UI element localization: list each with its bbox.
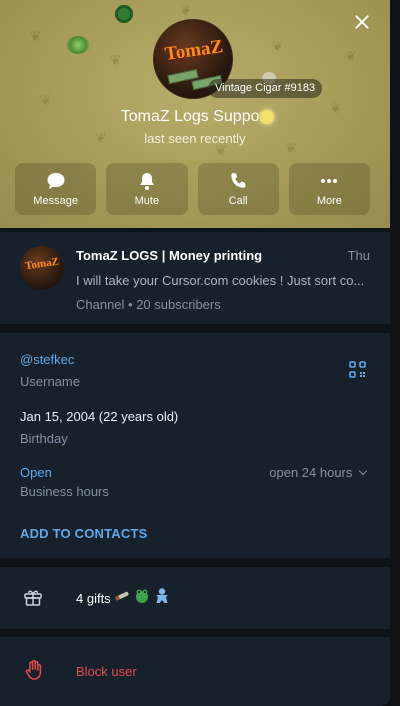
section-divider — [0, 558, 390, 567]
call-button[interactable]: Call — [197, 163, 279, 215]
mute-button-label: Mute — [134, 195, 160, 207]
action-buttons: Message Mute Call More — [15, 163, 370, 215]
profile-panel: ❦ ❦ ❦ ❦ ❦ ❦ ❦ ❦ ❦ ❦ TomaZ Vintage Cigar … — [0, 0, 390, 706]
gift-previews — [113, 587, 171, 605]
frog-gift-icon — [136, 589, 148, 603]
business-hours-detail: open 24 hours — [269, 465, 353, 480]
personal-channel-card[interactable]: TomaZ TomaZ LOGS | Money printing Thu I … — [0, 232, 390, 324]
gift-badge[interactable]: Vintage Cigar #9183 — [208, 79, 323, 98]
pattern-leaf-icon: ❦ — [40, 92, 52, 108]
pattern-leaf-icon: ❦ — [110, 52, 122, 68]
block-user-button[interactable]: Block user — [76, 664, 137, 679]
business-hours-label: Business hours — [20, 484, 109, 499]
message-button[interactable]: Message — [15, 163, 97, 215]
pattern-leaf-icon: ❦ — [345, 48, 357, 64]
call-button-label: Call — [228, 195, 248, 207]
close-button[interactable] — [352, 12, 372, 32]
glow-gift-decoration-icon — [66, 36, 90, 54]
section-divider — [0, 629, 390, 637]
channel-last-message: I will take your Cursor.com cookies ! Ju… — [76, 273, 365, 288]
chevron-down-icon — [358, 466, 368, 476]
profile-header: ❦ ❦ ❦ ❦ ❦ ❦ ❦ ❦ ❦ ❦ TomaZ Vintage Cigar … — [0, 0, 390, 228]
section-divider — [0, 324, 390, 333]
birthday-value: Jan 15, 2004 (22 years old) — [20, 409, 179, 424]
gift-icon — [24, 590, 42, 606]
username-value[interactable]: @stefkec — [20, 352, 74, 367]
profile-name: TomaZ Logs Support — [0, 108, 390, 126]
channel-title: TomaZ LOGS | Money printing — [76, 248, 263, 263]
channel-meta: Channel • 20 subscribers — [76, 297, 221, 312]
mute-button[interactable]: Mute — [106, 163, 188, 215]
phone-icon — [231, 173, 246, 188]
info-section: @stefkec Username Jan 15, 2004 (22 years… — [0, 333, 390, 558]
profile-name-text: TomaZ Logs Support — [120, 108, 270, 125]
pattern-leaf-icon: ❦ — [30, 28, 42, 44]
cigar-gift-icon — [115, 591, 129, 601]
frog-gift-decoration-icon — [115, 5, 133, 23]
last-seen-status: last seen recently — [144, 131, 246, 146]
window-edge — [390, 0, 400, 706]
channel-avatar-logo: TomaZ — [24, 255, 60, 273]
channel-date: Thu — [347, 248, 370, 263]
stop-hand-icon — [25, 660, 42, 680]
block-user-row[interactable]: Block user — [0, 637, 390, 706]
birthday-label: Birthday — [20, 431, 68, 446]
username-label: Username — [20, 374, 80, 389]
message-icon — [47, 173, 65, 189]
gifts-count: 4 gifts — [76, 591, 111, 606]
bell-icon — [139, 173, 154, 190]
qr-code-icon[interactable] — [349, 361, 366, 378]
gifts-row[interactable]: 4 gifts — [0, 567, 390, 629]
message-button-label: Message — [33, 195, 78, 207]
more-button-label: More — [316, 195, 342, 207]
channel-avatar: TomaZ — [20, 246, 64, 290]
pattern-leaf-icon: ❦ — [272, 38, 284, 54]
pattern-leaf-icon: ❦ — [180, 2, 192, 18]
more-dots-icon — [321, 179, 338, 183]
add-to-contacts-button[interactable]: ADD TO CONTACTS — [20, 526, 147, 541]
gingerbread-gift-icon — [156, 588, 168, 603]
more-button[interactable]: More — [288, 163, 370, 215]
business-hours-toggle[interactable]: open 24 hours — [269, 465, 368, 480]
avatar-logo: TomaZ — [163, 36, 225, 65]
business-hours-value[interactable]: Open — [20, 465, 52, 480]
lightbulb-emoji-status-icon[interactable] — [260, 110, 274, 124]
